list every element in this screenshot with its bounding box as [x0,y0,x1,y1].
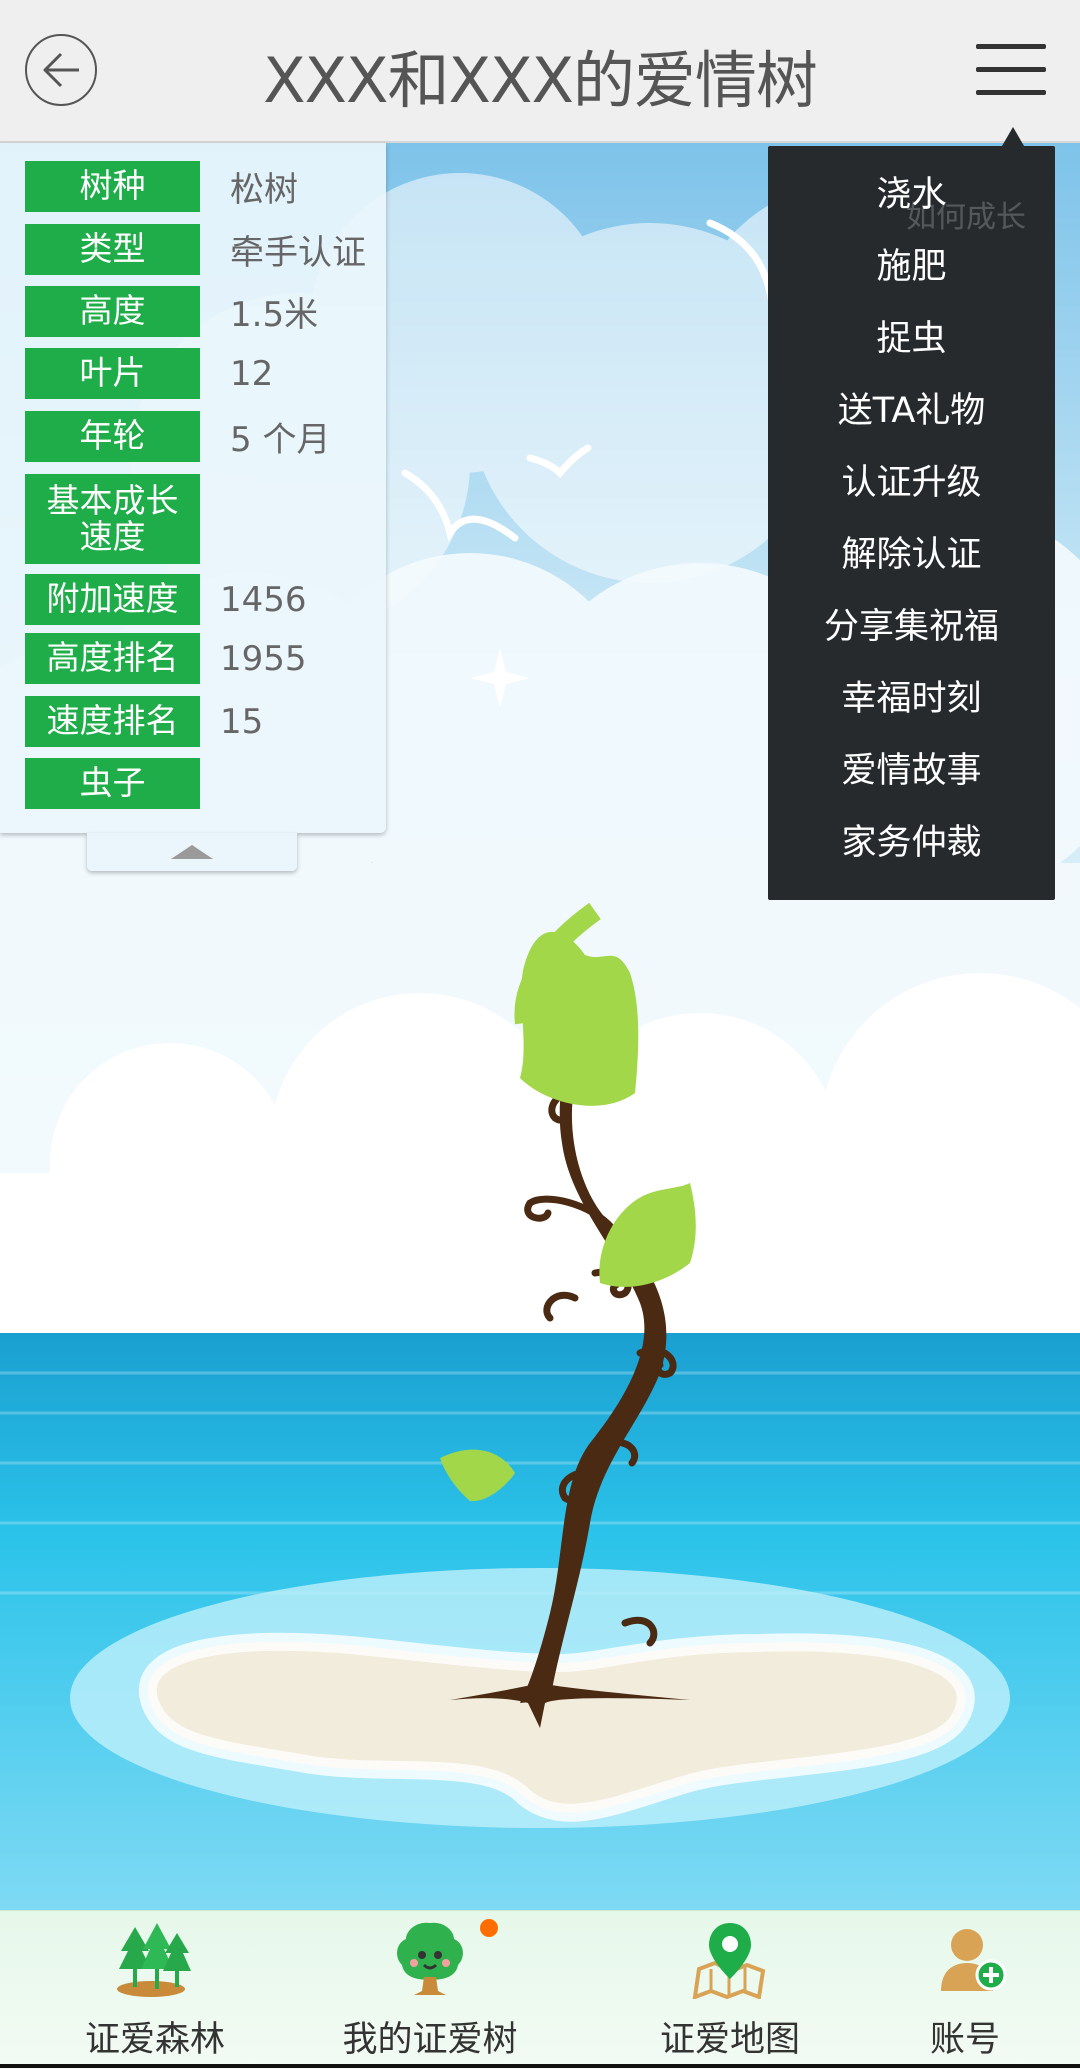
menu-item-send-gift[interactable]: 送TA礼物 [768,375,1055,447]
account-icon [941,1929,1007,1991]
info-label: 树种 [25,161,200,212]
nav-item-account[interactable]: 账号 [900,1911,1030,2069]
hamburger-icon[interactable] [976,44,1046,96]
info-label: 速度排名 [25,696,200,747]
info-value: 12 [230,353,274,394]
info-label: 基本成长速度 [25,474,200,564]
caret-up-icon [171,845,213,859]
info-value: 15 [220,701,264,742]
info-label: 年轮 [25,411,200,462]
dropdown-pointer [1002,127,1024,146]
menu-item-fertilize[interactable]: 施肥 [768,231,1055,303]
menu-item-love-story[interactable]: 爱情故事 [768,735,1055,807]
header-bar: XXX和XXX的爱情树 [0,0,1080,143]
my-tree-icon [397,1922,463,1995]
action-menu: 浇水 施肥 捉虫 送TA礼物 认证升级 解除认证 分享集祝福 幸福时刻 爱情故事… [768,146,1055,900]
page-title: XXX和XXX的爱情树 [263,44,818,117]
nav-label: 证爱森林 [84,2020,225,2060]
nav-item-forest[interactable]: 证爱森林 [60,1911,250,2069]
map-pin-icon [692,1923,766,1999]
nav-label: 账号 [929,2020,1000,2060]
bottom-edge [0,2064,1080,2068]
info-label: 类型 [25,224,200,275]
menu-item-catch-bugs[interactable]: 捉虫 [768,303,1055,375]
info-value: 牵手认证 [230,233,366,273]
nav-label: 我的证爱树 [342,2020,518,2060]
forest-icon [117,1923,191,1997]
info-label: 高度排名 [25,633,200,684]
info-value: 1456 [220,579,307,620]
menu-item-share-blessings[interactable]: 分享集祝福 [768,591,1055,663]
nav-label: 证爱地图 [659,2020,800,2060]
info-value: 5 个月 [230,420,331,460]
menu-item-remove-certification[interactable]: 解除认证 [768,519,1055,591]
info-label: 虫子 [25,758,200,809]
menu-item-upgrade-certification[interactable]: 认证升级 [768,447,1055,519]
notification-dot [480,1919,498,1937]
menu-item-chore-arbitration[interactable]: 家务仲裁 [768,807,1055,879]
tree-info-panel: 树种 松树 类型 牵手认证 高度 1.5米 叶片 12 年轮 5 个月 基本成长… [0,143,386,833]
menu-item-happy-moments[interactable]: 幸福时刻 [768,663,1055,735]
info-label: 叶片 [25,348,200,399]
info-value: 1955 [220,638,307,679]
info-label: 附加速度 [25,574,200,625]
how-to-grow-ghost-label: 如何成长 [906,200,1026,235]
bottom-nav: 证爱森林 我的证爱树 证爱地图 账号 [0,1910,1080,2069]
info-value: 1.5米 [230,295,319,335]
info-label: 高度 [25,286,200,337]
nav-item-map[interactable]: 证爱地图 [635,1911,825,2069]
collapse-panel-button[interactable] [87,833,297,871]
info-value: 松树 [230,170,298,210]
nav-item-my-tree[interactable]: 我的证爱树 [330,1911,530,2069]
